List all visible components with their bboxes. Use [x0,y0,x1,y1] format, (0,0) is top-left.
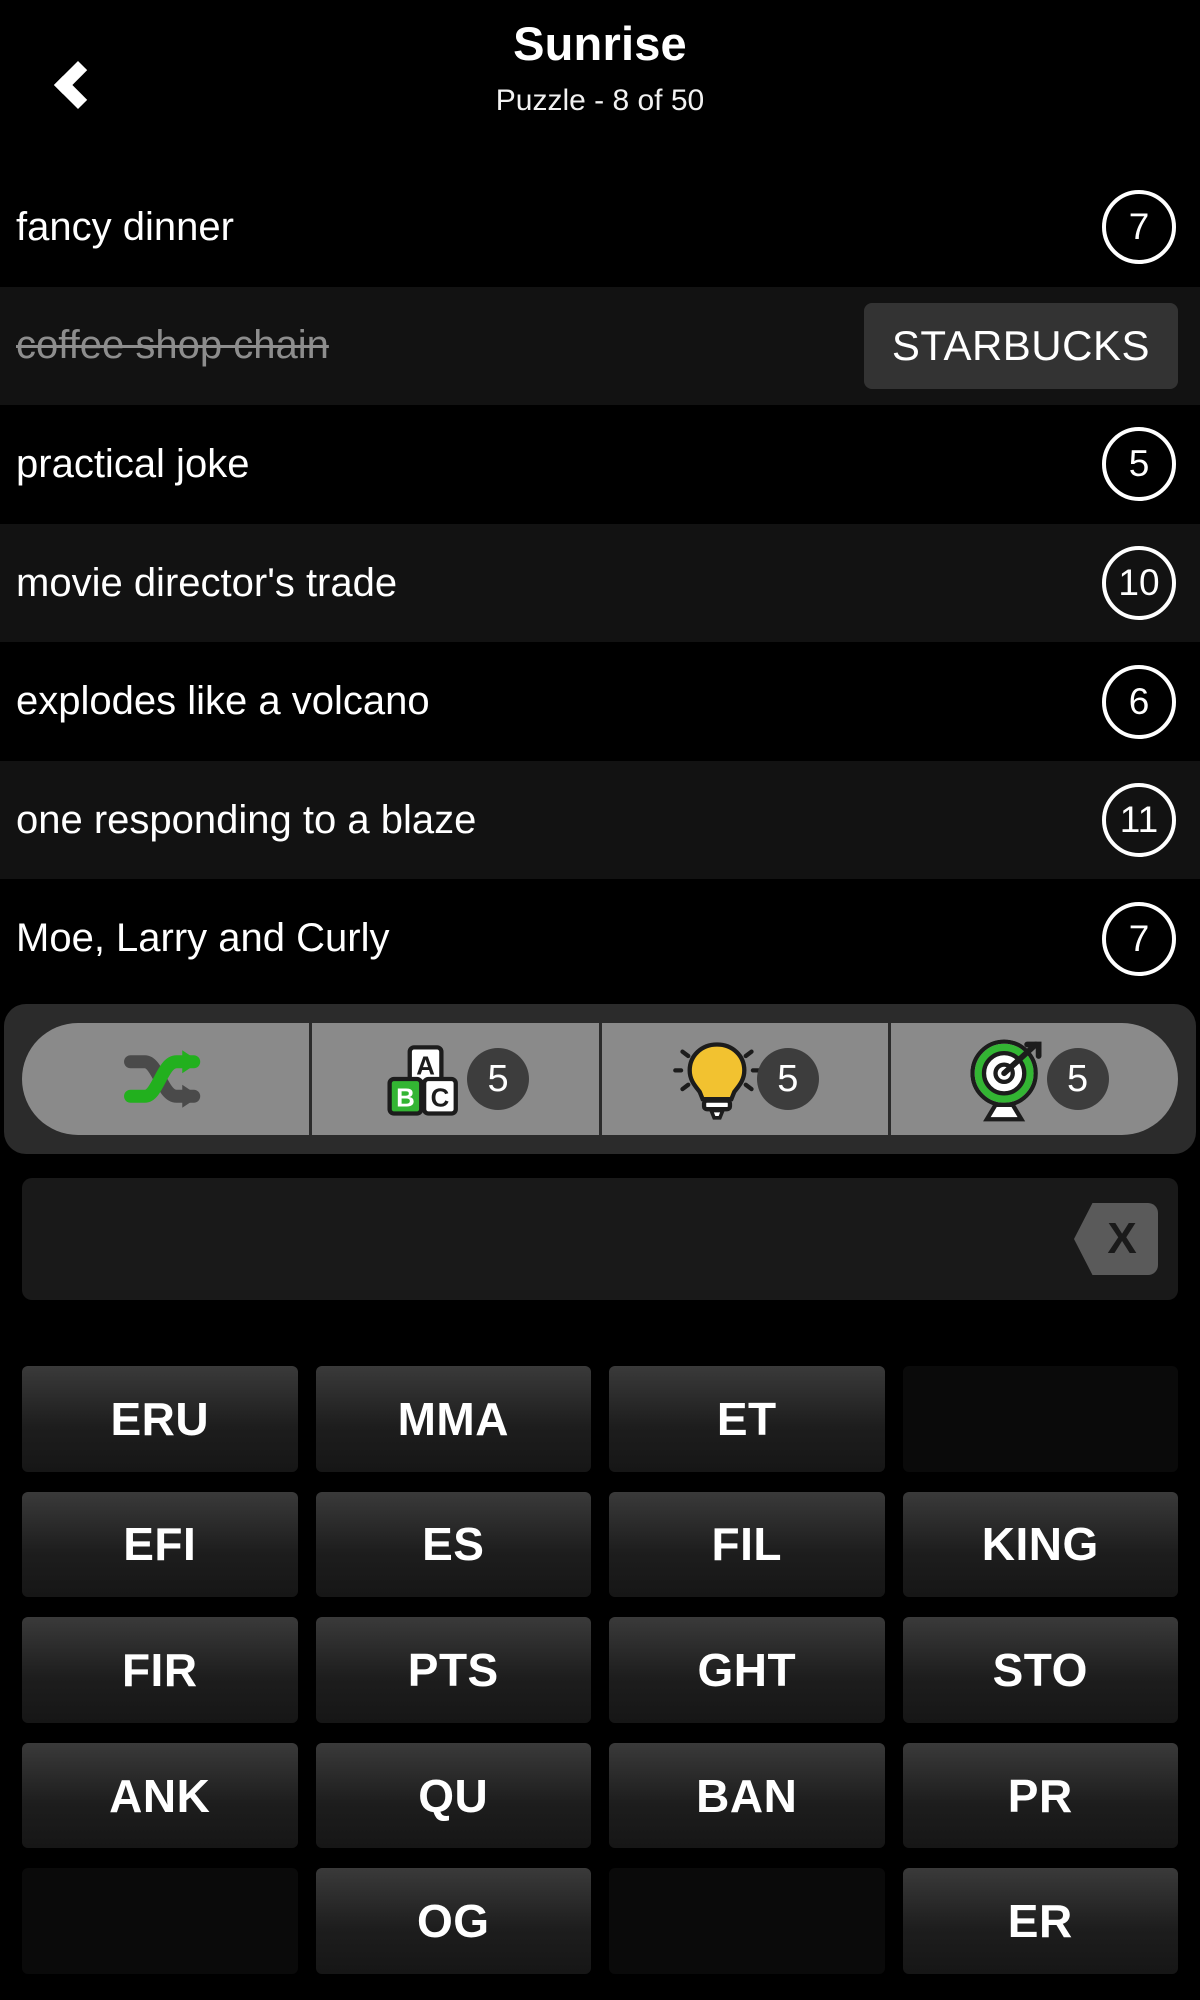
backspace-delete-icon[interactable]: X [1074,1203,1158,1275]
delete-glyph: X [1107,1214,1137,1263]
powerup-button-group: A B C 5 5 5 [22,1023,1178,1135]
powerup-count: 5 [756,1048,819,1110]
letter-tile[interactable]: MMA [315,1366,591,1472]
powerup-add-letter-button[interactable]: A B C 5 [312,1023,602,1135]
app-header: Sunrise Puzzle - 8 of 50 [0,0,1200,168]
letter-tile[interactable]: KING [902,1491,1178,1598]
clue-row[interactable]: explodes like a volcano 6 [0,642,1200,761]
answer-input-zone: X [0,1154,1200,1344]
clue-text: explodes like a volcano [16,679,430,724]
letter-tile[interactable]: GHT [609,1617,885,1723]
target-icon [969,1039,1042,1122]
powerup-count: 5 [1046,1048,1109,1110]
clue-length-badge: 10 [1102,546,1176,621]
letter-tile-empty [609,1868,885,1974]
clue-length-badge: 7 [1102,901,1176,976]
letter-tile-grid: ERU MMA ET EFI ES FIL KING FIR PTS GHT S… [0,1344,1200,2000]
letter-tile-empty [902,1366,1178,1472]
letter-tile[interactable]: PTS [315,1617,591,1723]
letter-tile[interactable]: STO [902,1617,1178,1723]
clue-length-badge: 11 [1102,783,1176,858]
letter-tile[interactable]: OG [315,1868,591,1974]
puzzle-screen: Sunrise Puzzle - 8 of 50 fancy dinner 7 … [0,0,1200,2000]
clue-text: Moe, Larry and Curly [16,916,390,961]
clue-text: movie director's trade [16,560,398,605]
shuffle-icon [124,1050,201,1108]
letter-tile[interactable]: PR [902,1742,1178,1849]
letter-tile[interactable]: ER [902,1868,1178,1974]
header-title-group: Sunrise Puzzle - 8 of 50 [0,18,1200,118]
letter-tile[interactable]: QU [315,1742,591,1849]
clue-row[interactable]: movie director's trade 10 [0,523,1200,643]
svg-text:C: C [431,1084,450,1112]
svg-text:B: B [396,1084,415,1112]
answer-input[interactable]: X [22,1178,1178,1300]
svg-text:A: A [416,1053,435,1081]
letter-tile[interactable]: EFI [22,1491,298,1598]
clue-text: one responding to a blaze [16,797,477,842]
letter-tile[interactable]: BAN [609,1742,885,1849]
clue-length-badge: 6 [1102,664,1176,739]
letter-tile-empty [22,1868,298,1974]
clue-row[interactable]: coffee shop chain STARBUCKS [0,286,1200,406]
clue-list: fancy dinner 7 coffee shop chain STARBUC… [0,168,1200,999]
letter-tile[interactable]: ES [315,1491,591,1598]
clue-text: practical joke [16,441,250,486]
powerup-shuffle-button[interactable] [22,1023,312,1135]
letter-tile[interactable]: ERU [22,1366,298,1472]
clue-length-badge: 5 [1102,427,1176,502]
clue-row[interactable]: one responding to a blaze 11 [0,760,1200,880]
letter-tile[interactable]: ET [609,1366,885,1472]
powerup-reveal-button[interactable]: 5 [891,1023,1178,1135]
powerup-bar: A B C 5 5 5 [4,1004,1196,1154]
clue-text: coffee shop chain [16,323,329,368]
clue-row[interactable]: practical joke 5 [0,405,1200,524]
puzzle-progress-label: Puzzle - 8 of 50 [495,83,705,117]
clue-row[interactable]: fancy dinner 7 [0,168,1200,287]
powerup-count: 5 [467,1048,530,1110]
solved-answer-chip: STARBUCKS [863,302,1178,389]
page-title: Sunrise [513,17,687,70]
letter-tile[interactable]: FIL [609,1491,885,1598]
clue-length-badge: 7 [1102,190,1176,265]
clue-row[interactable]: Moe, Larry and Curly 7 [0,879,1200,999]
powerup-hint-button[interactable]: 5 [602,1023,892,1135]
lightbulb-icon [673,1042,761,1120]
letter-tile[interactable]: FIR [22,1617,298,1723]
letter-tile[interactable]: ANK [22,1742,298,1849]
clue-text: fancy dinner [16,204,234,249]
letter-blocks-icon: A B C [387,1045,459,1116]
